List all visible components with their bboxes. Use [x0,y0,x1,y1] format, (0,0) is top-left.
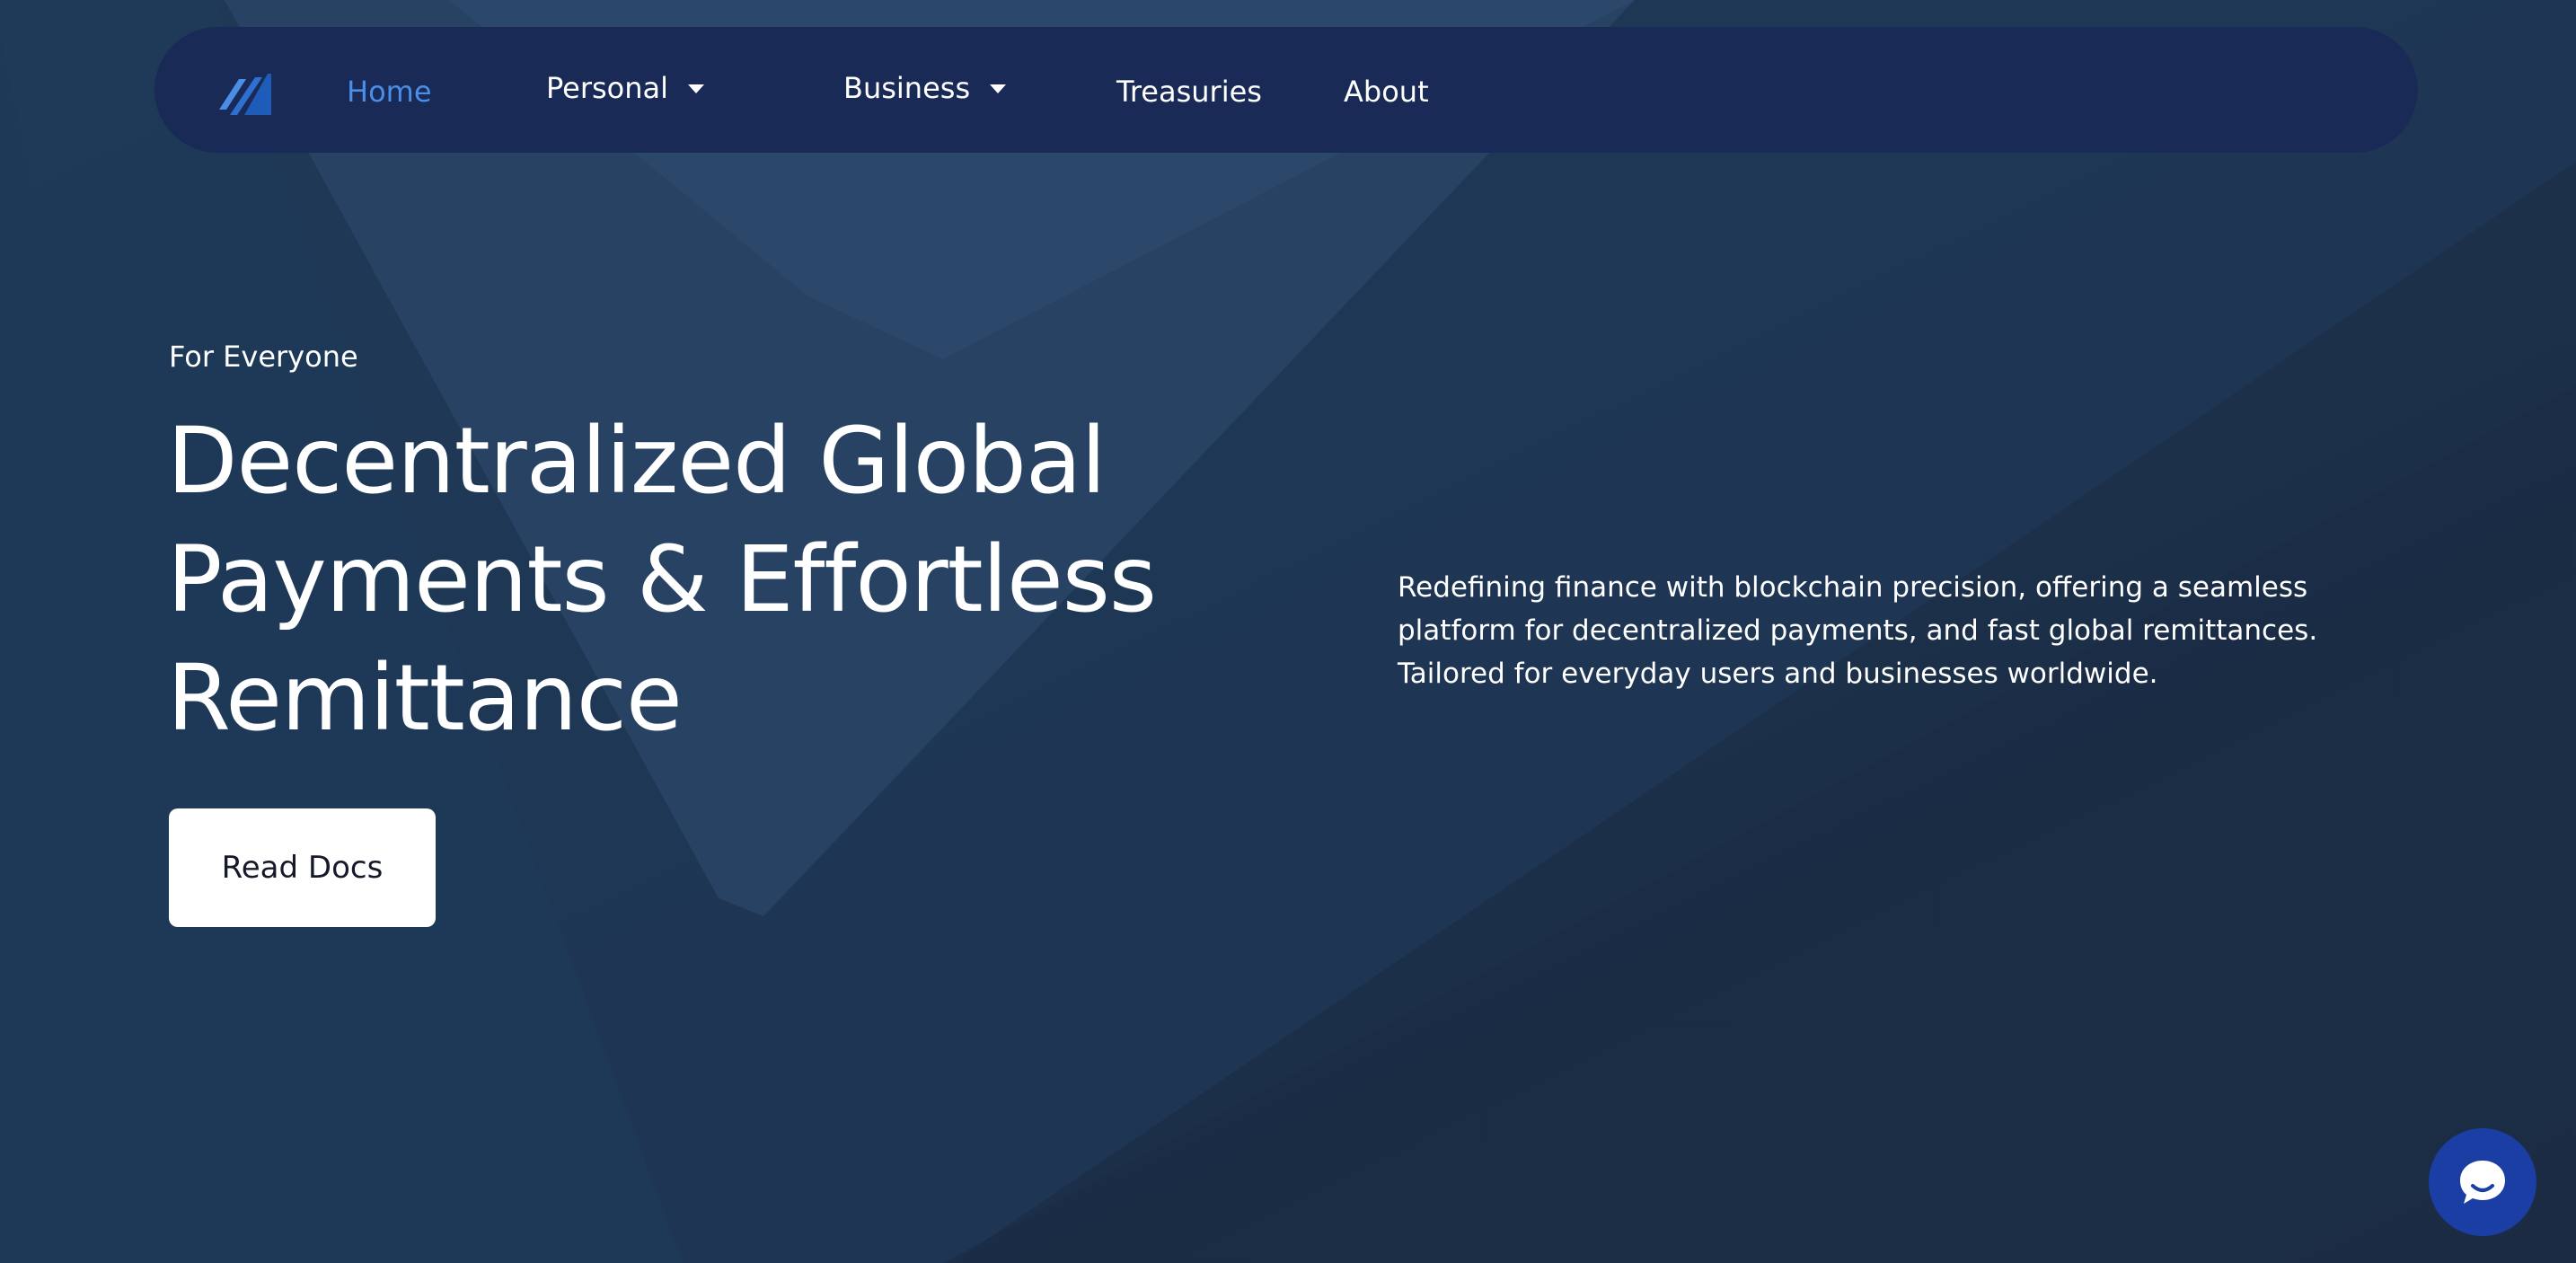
chevron-down-icon [688,84,705,93]
nav-about-link[interactable]: About [1344,29,1429,155]
hero-description-line: platform for decentralized payments, and… [1398,614,2318,647]
chat-widget-button[interactable] [2429,1128,2536,1236]
nav-treasuries-label: Treasuries [1116,75,1262,109]
chat-bubble-icon [2460,1161,2505,1204]
nav-business-dropdown[interactable]: Business [843,25,1007,151]
read-docs-button[interactable]: Read Docs [169,808,436,927]
nav-personal-dropdown[interactable]: Personal [546,25,705,151]
hero-eyebrow: For Everyone [169,340,358,374]
hero-description-line: Tailored for everyday users and business… [1398,658,2158,690]
chevron-down-icon [990,84,1007,93]
hero-title-line: Remittance [167,645,683,752]
nav-about-label: About [1344,75,1429,109]
brand-logo-icon[interactable] [219,68,273,117]
hero-title: Decentralized Global Payments & Effortle… [167,402,1335,758]
nav-home-label: Home [347,75,432,109]
nav-treasuries-link[interactable]: Treasuries [1116,29,1262,155]
hero-description: Redefining finance with blockchain preci… [1398,566,2422,695]
hero-description-line: Redefining finance with blockchain preci… [1398,571,2308,604]
main-navbar: Home Personal Business Treasuries About [154,27,2418,153]
nav-personal-label: Personal [546,71,669,105]
nav-home-link[interactable]: Home [347,29,432,155]
nav-business-label: Business [843,71,971,105]
hero-title-line: Decentralized Global [167,408,1107,515]
hero-title-line: Payments & Effortless [167,526,1157,633]
